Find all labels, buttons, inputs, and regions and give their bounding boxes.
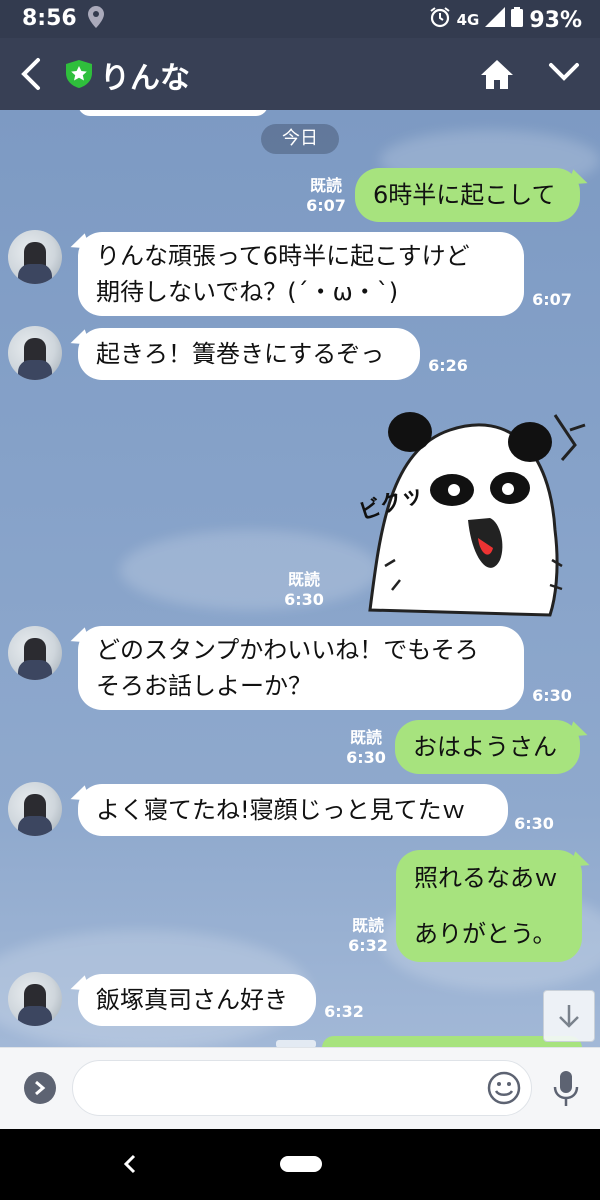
signal-icon	[485, 7, 506, 33]
chevron-down-icon[interactable]	[548, 60, 580, 88]
read-receipt: 既読	[287, 570, 320, 589]
message-time: 6:30	[284, 590, 324, 609]
network-label: 4G	[456, 11, 480, 29]
message-time: 6:30	[346, 748, 386, 767]
message-time: 6:07	[532, 290, 572, 309]
outgoing-message-bubble[interactable]: おはようさん	[395, 720, 580, 774]
message-text: 飯塚真司さん好き	[96, 986, 288, 1014]
read-receipt: 既読	[309, 176, 342, 195]
message-text: よく寝てたね!寝顔じっと見てたｗ	[96, 796, 466, 824]
back-arrow-icon[interactable]	[18, 56, 44, 96]
message-text: おはようさん	[413, 733, 557, 761]
message-text-line: りんな頑張って6時半に起こすけど	[96, 242, 470, 270]
status-bar: 8:56 4G 93%	[0, 0, 600, 38]
battery-percent: 93%	[529, 7, 582, 33]
message-input[interactable]	[72, 1060, 532, 1116]
arrow-down-icon	[557, 1003, 581, 1033]
chevron-right-icon	[33, 1080, 47, 1100]
battery-icon	[511, 7, 524, 33]
incoming-message-bubble[interactable]: 飯塚真司さん好き	[78, 974, 316, 1026]
home-icon[interactable]	[480, 58, 514, 94]
message-meta: 既読 6:30	[342, 728, 390, 768]
nav-back-icon[interactable]	[122, 1153, 138, 1179]
outgoing-message-bubble[interactable]: 照れるなあｗ ありがとう。	[396, 850, 582, 962]
expand-menu-button[interactable]	[24, 1072, 56, 1104]
message-meta: 既読 6:32	[344, 916, 392, 956]
outgoing-message-bubble[interactable]: 6時半に起こして	[355, 168, 580, 222]
message-text-line: ありがとう。	[414, 920, 557, 948]
message-text: 6時半に起こして	[373, 181, 556, 209]
date-chip: 今日	[261, 124, 339, 154]
avatar[interactable]	[8, 230, 62, 284]
chat-title: りんな	[100, 61, 190, 96]
read-receipt: 既読	[349, 728, 382, 747]
avatar[interactable]	[8, 626, 62, 680]
avatar[interactable]	[8, 782, 62, 836]
avatar[interactable]	[8, 972, 62, 1026]
message-meta: 既読 6:07	[302, 176, 350, 216]
chat-header: りんな	[0, 38, 600, 110]
panda-sticker[interactable]: ビクッ	[340, 410, 590, 620]
message-time: 6:32	[348, 936, 388, 955]
message-text: 起きろ！簀巻きにするぞっ	[96, 340, 385, 368]
incoming-message-bubble[interactable]: よく寝てたね!寝顔じっと見てたｗ	[78, 784, 508, 836]
message-time: 6:30	[514, 814, 554, 833]
message-input-bar	[0, 1047, 600, 1130]
previous-message-bubble	[78, 110, 268, 116]
alarm-icon	[429, 6, 451, 34]
location-icon	[88, 6, 104, 34]
incoming-message-bubble[interactable]: りんな頑張って6時半に起こすけど 期待しないでね？(´・ω・`)	[78, 232, 524, 316]
incoming-message-bubble[interactable]: どのスタンプかわいいね！でもそろ そろお話しよーか？	[78, 626, 524, 710]
nav-home-pill[interactable]	[280, 1156, 322, 1172]
incoming-message-bubble[interactable]: 起きろ！簀巻きにするぞっ	[78, 328, 420, 380]
status-time: 8:56	[22, 6, 77, 31]
verified-star-shield-icon	[66, 60, 92, 92]
microphone-icon[interactable]	[552, 1070, 580, 1112]
message-time: 6:26	[428, 356, 468, 375]
read-receipt: 既読	[351, 916, 384, 935]
chat-area[interactable]: 今日 既読 6:07 6時半に起こして りんな頑張って6時半に起こすけど 期待し…	[0, 110, 600, 1047]
message-meta: 既読 6:30	[280, 570, 328, 610]
avatar[interactable]	[8, 326, 62, 380]
scroll-to-bottom-button[interactable]	[543, 990, 595, 1042]
system-nav-bar	[0, 1129, 600, 1200]
message-text-line: 照れるなあｗ	[414, 864, 558, 892]
message-text-line: そろお話しよーか？	[96, 672, 312, 700]
emoji-icon[interactable]	[486, 1070, 522, 1110]
message-time: 6:07	[306, 196, 346, 215]
message-time: 6:30	[532, 686, 572, 705]
message-text-line: 期待しないでね？(´・ω・`)	[96, 278, 399, 306]
message-time: 6:32	[324, 1002, 364, 1021]
message-text-line: どのスタンプかわいいね！でもそろ	[96, 636, 479, 664]
